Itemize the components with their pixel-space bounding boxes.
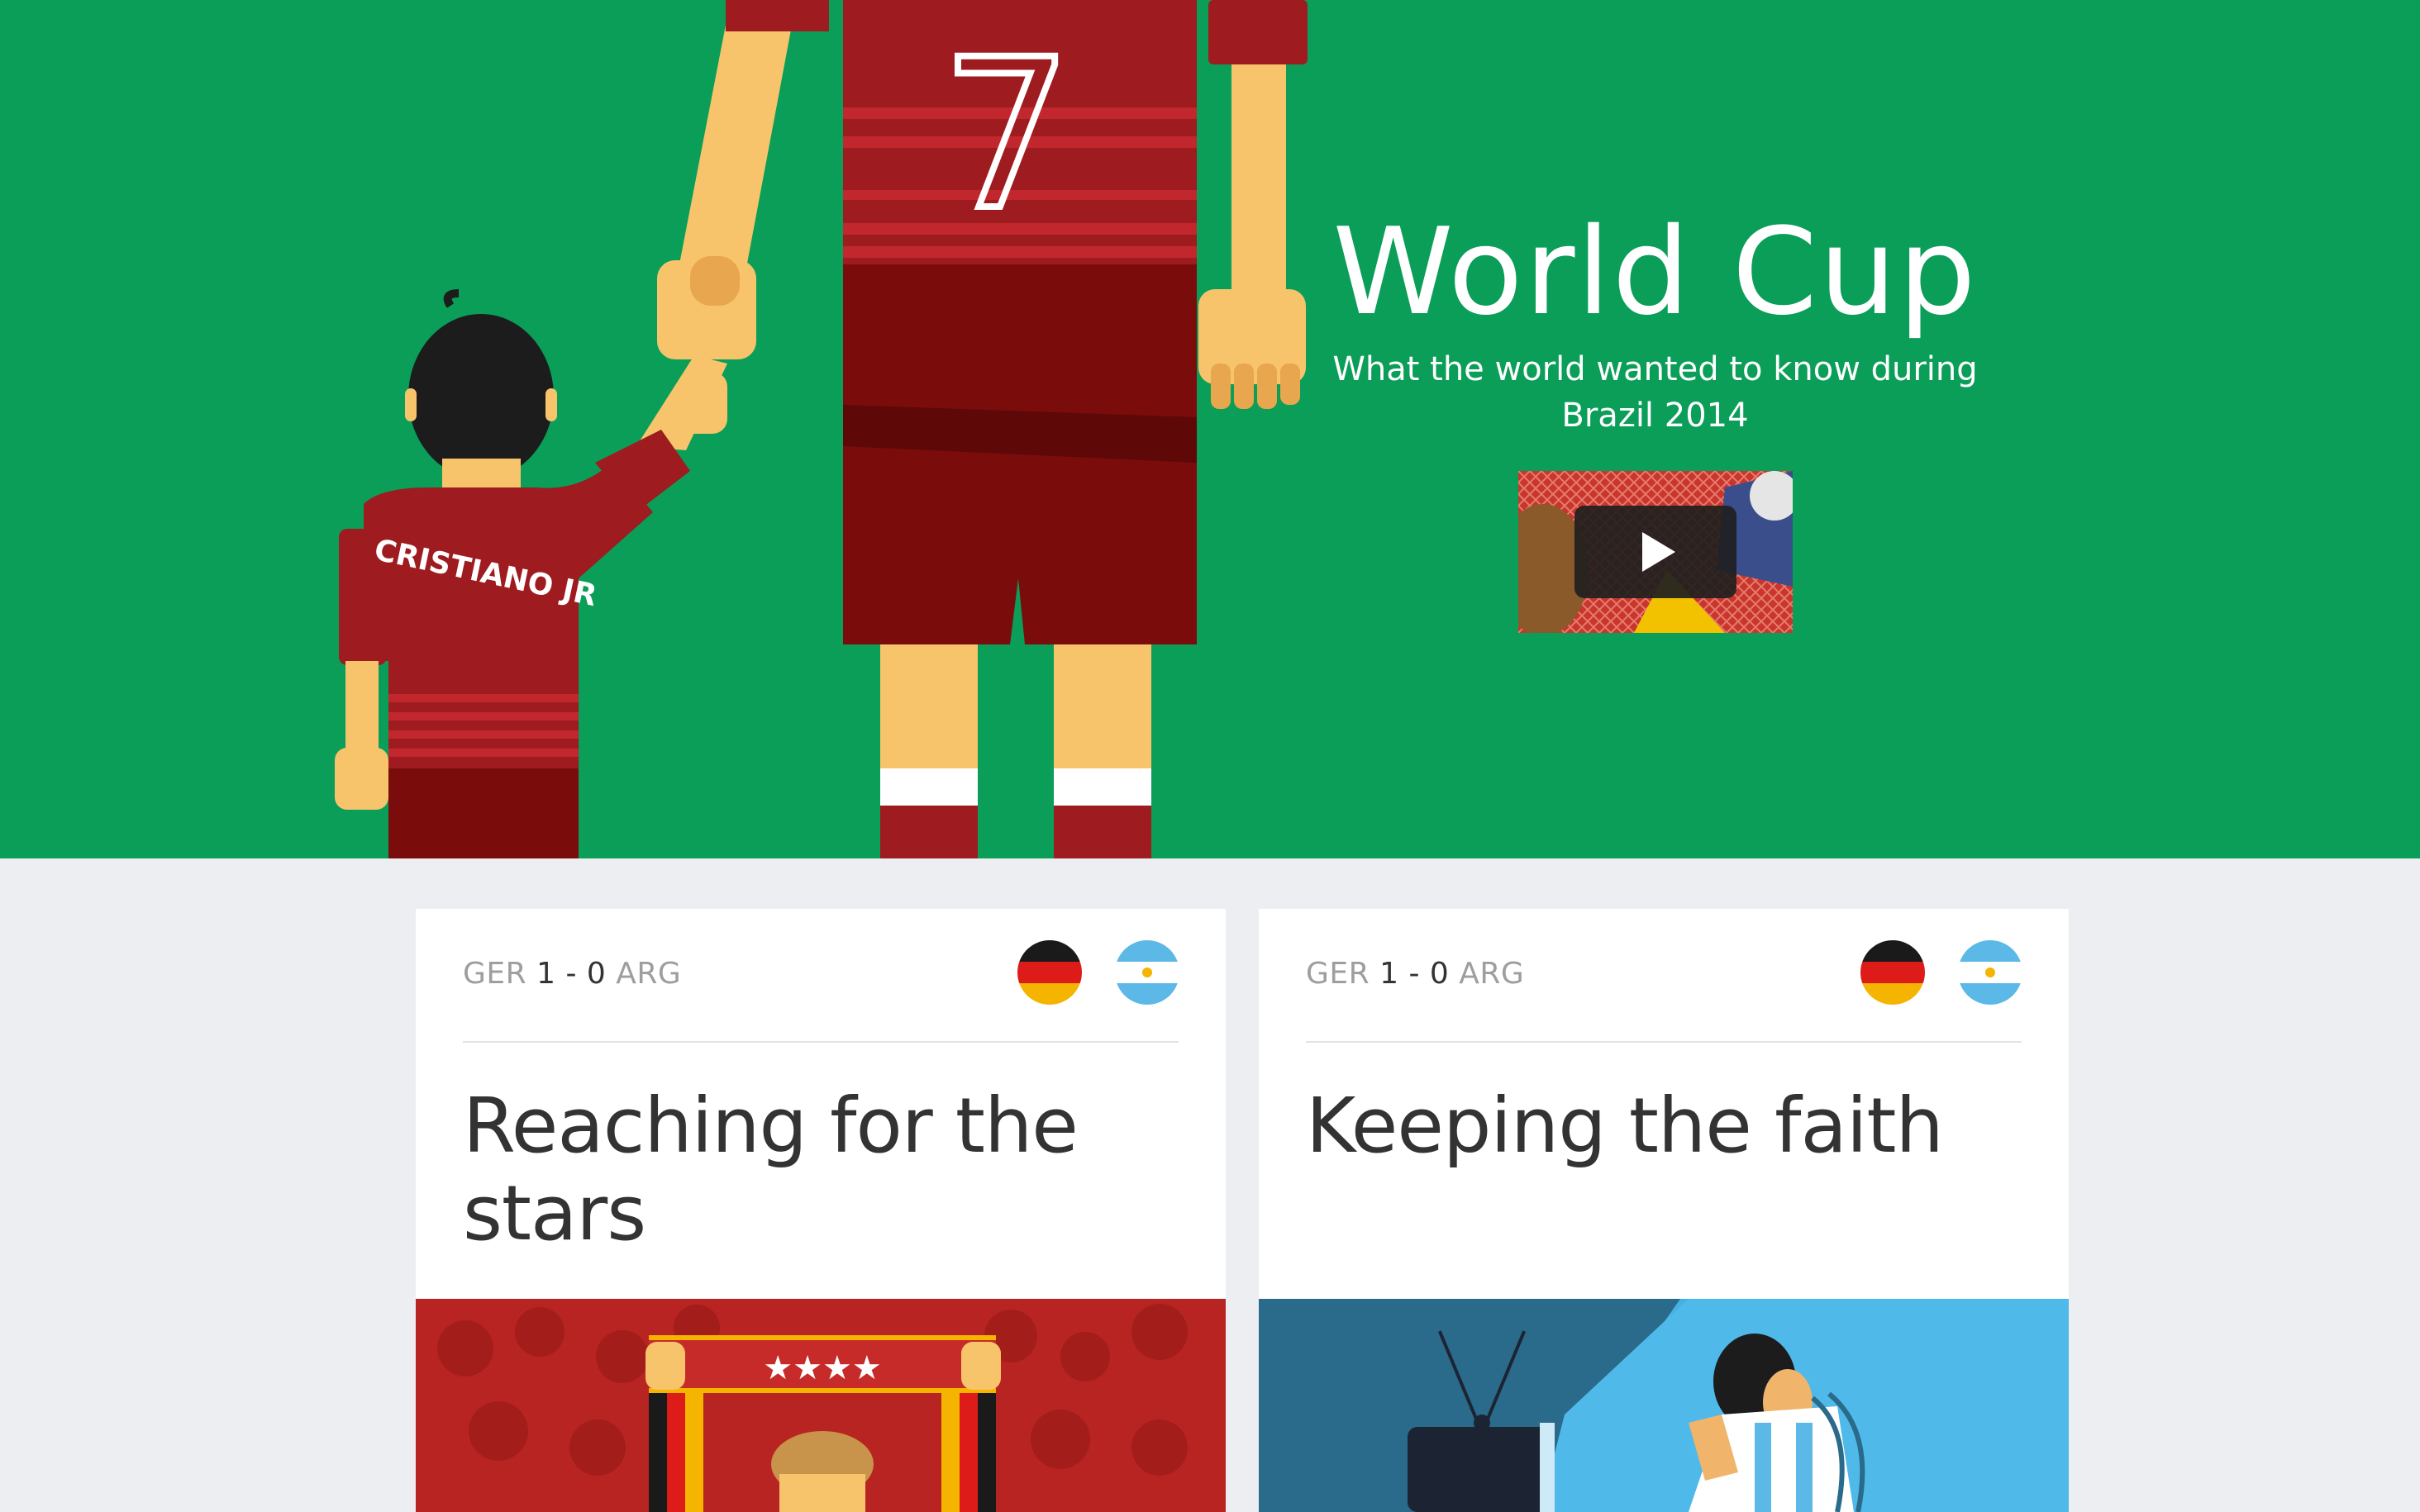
germany-flag-icon — [1017, 940, 1082, 1005]
team-a: GER — [1306, 957, 1370, 991]
goals-a: 1 — [536, 957, 556, 991]
argentina-flag-icon — [1115, 940, 1179, 1005]
page-subtitle: What the world wanted to know during Bra… — [1332, 350, 1978, 435]
argentina-flag-icon — [1958, 940, 2022, 1005]
match-score: GER 1 - 0 ARG — [1306, 957, 1524, 991]
goals-b: 0 — [586, 957, 607, 991]
scarf-stars: ★★★★ — [763, 1349, 881, 1387]
story-card-reaching-for-the-stars[interactable]: GER 1 - 0 ARG Reaching for the stars ★★★… — [416, 909, 1226, 1512]
team-b: ARG — [1459, 957, 1525, 991]
page-title: World Cup — [1332, 202, 1978, 342]
hero-illustration: 7 CRISTIANO JR — [335, 0, 1308, 858]
card-illustration-prayer — [1259, 1299, 2069, 1512]
hero-banner: 7 CRISTIANO JR World Cup What the world … — [0, 0, 2420, 858]
card-title: Keeping the faith — [1306, 1082, 1944, 1170]
score-separator: - — [1408, 957, 1420, 991]
hero-heading: World Cup What the world wanted to know … — [1322, 211, 1988, 439]
card-illustration-fans: ★★★★ — [416, 1299, 1226, 1512]
video-thumbnail[interactable] — [1518, 471, 1793, 633]
team-b: ARG — [616, 957, 682, 991]
match-score: GER 1 - 0 ARG — [463, 957, 681, 991]
germany-flag-icon — [1860, 940, 1925, 1005]
score-separator: - — [565, 957, 577, 991]
card-title: Reaching for the stars — [463, 1082, 1079, 1258]
player-number: 7 — [941, 15, 1072, 255]
card-divider — [463, 1041, 1179, 1043]
card-divider — [1306, 1041, 2022, 1043]
goals-b: 0 — [1429, 957, 1450, 991]
goals-a: 1 — [1379, 957, 1399, 991]
team-a: GER — [463, 957, 527, 991]
story-card-keeping-the-faith[interactable]: GER 1 - 0 ARG Keeping the faith — [1259, 909, 2069, 1512]
